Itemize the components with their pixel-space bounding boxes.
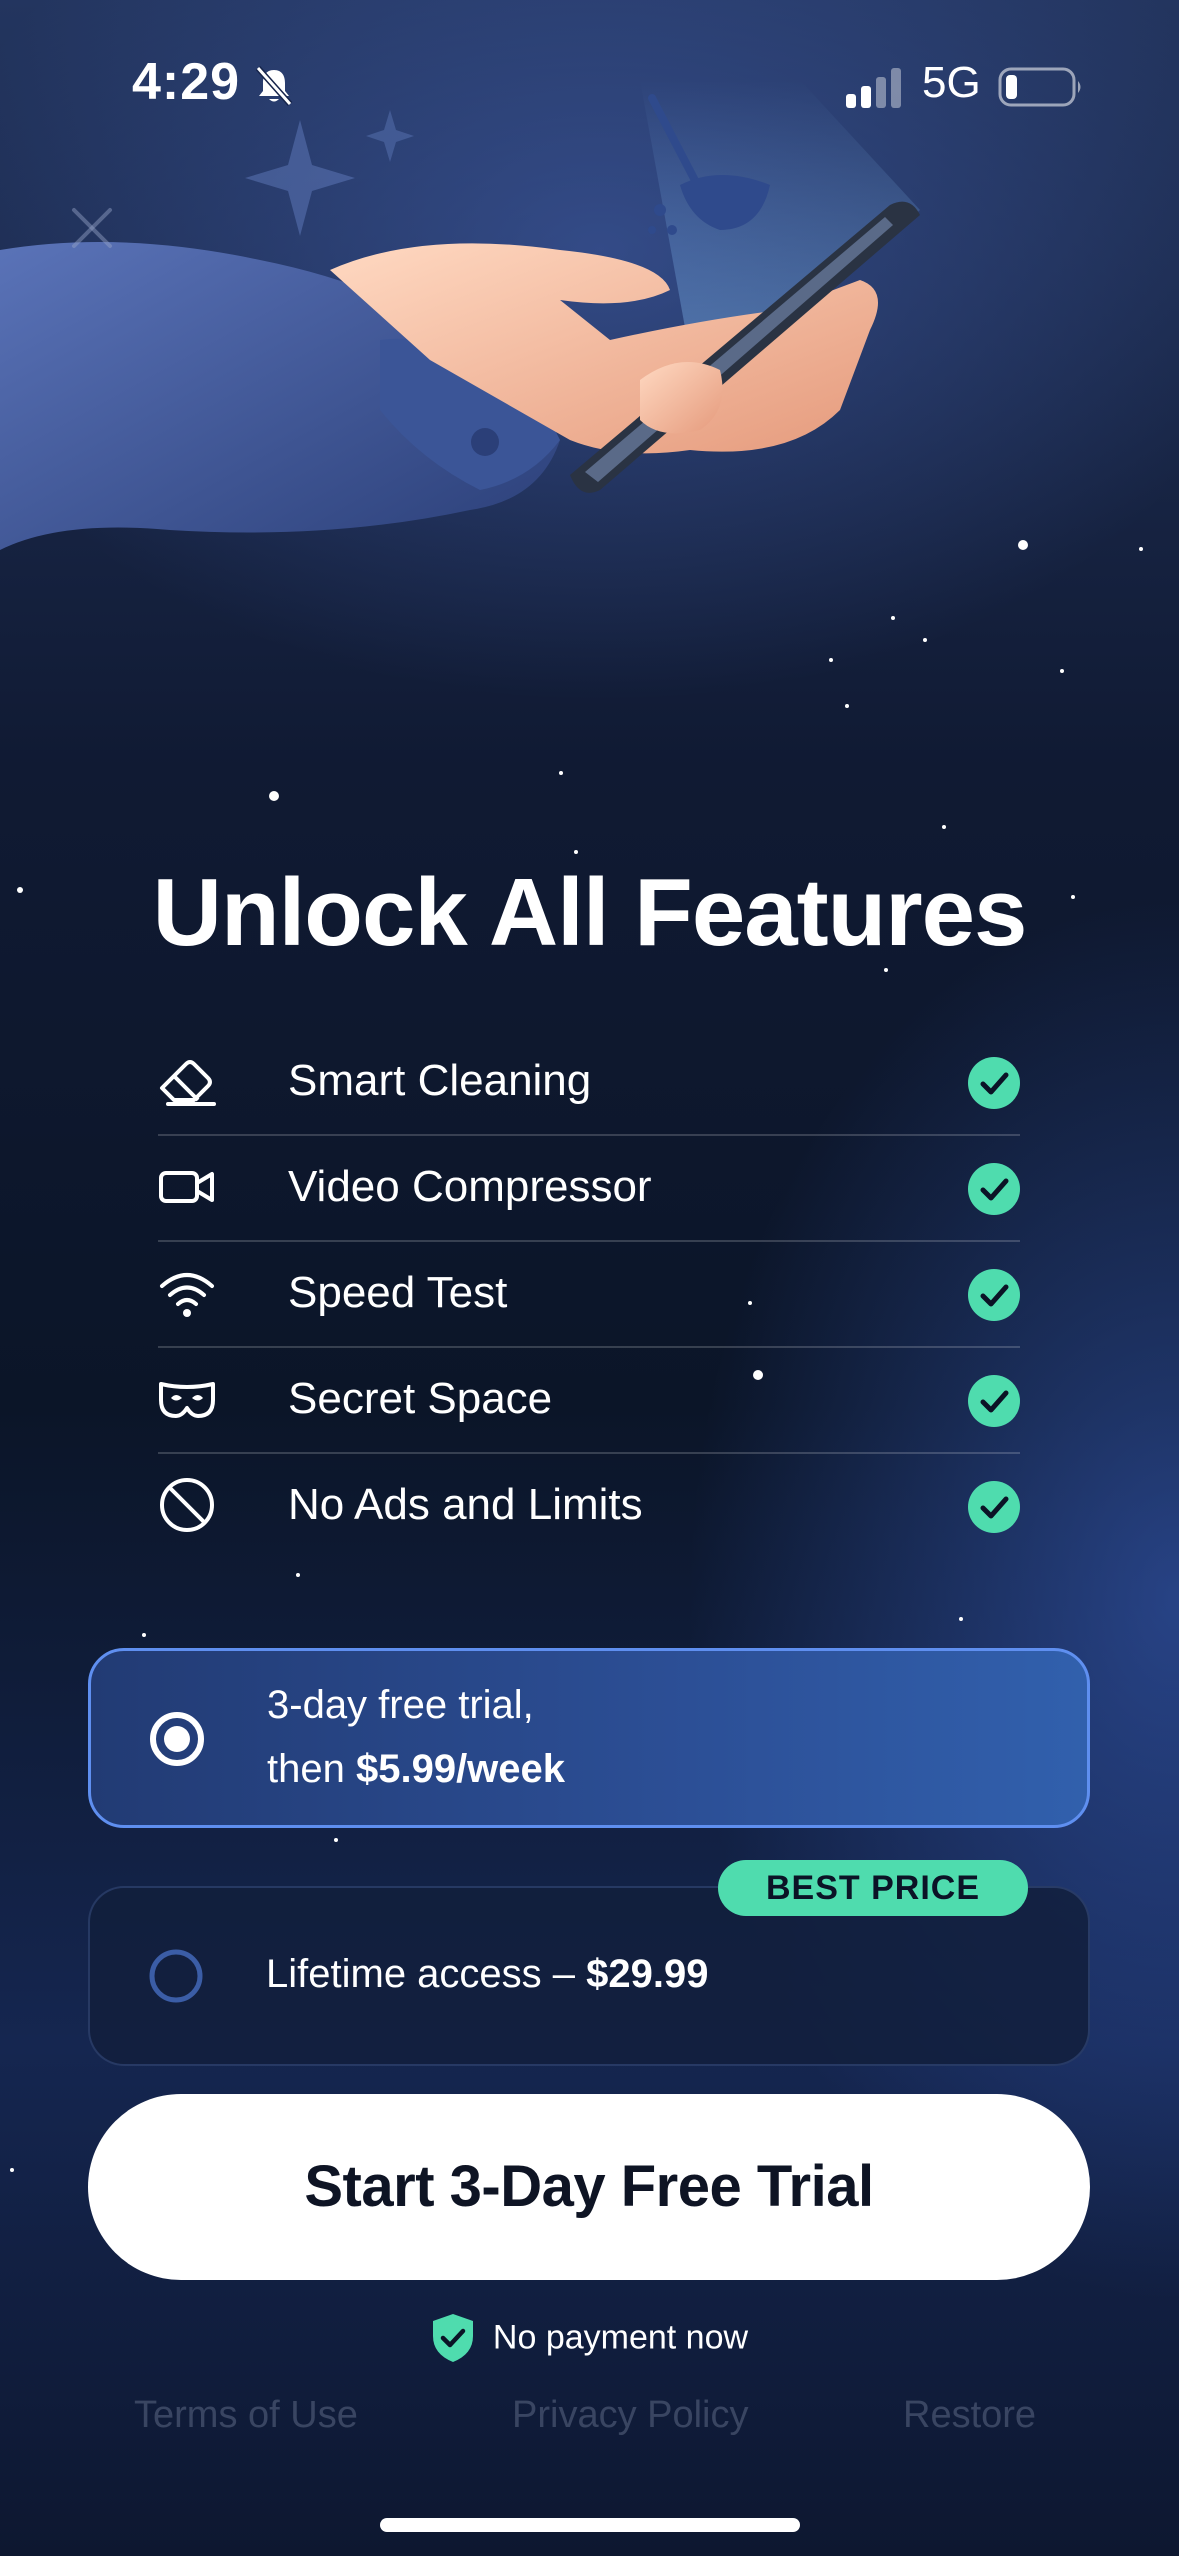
feature-row-smart-cleaning: Smart Cleaning [158, 1030, 1020, 1136]
feature-label: Secret Space [288, 1374, 553, 1423]
check-circle-icon [968, 1269, 1020, 1321]
hero-illustration [0, 80, 920, 550]
feature-row-video-compressor: Video Compressor [158, 1136, 1020, 1242]
feature-label: Video Compressor [288, 1162, 652, 1211]
page-title: Unlock All Features [152, 859, 1028, 966]
no-symbol-icon [160, 1478, 214, 1532]
eraser-icon [160, 1060, 216, 1106]
check-circle-icon [968, 1057, 1020, 1109]
best-price-badge: BEST PRICE [718, 1860, 1028, 1916]
radio-unselected-icon[interactable] [148, 1948, 204, 2004]
plan-lifetime-price: $29.99 [586, 1952, 709, 1996]
feature-label: Speed Test [288, 1268, 508, 1317]
privacy-policy-link[interactable]: Privacy Policy [512, 2394, 749, 2437]
wifi-icon [160, 1273, 214, 1317]
paywall-screen: 4:29 5G Unlock All Features Smart Cleani… [0, 0, 1179, 2556]
check-circle-icon [968, 1375, 1020, 1427]
feature-row-no-ads: No Ads and Limits [158, 1454, 1020, 1558]
home-indicator[interactable] [380, 2518, 800, 2532]
feature-row-secret-space: Secret Space [158, 1348, 1020, 1454]
feature-list: Smart Cleaning Video Compressor Speed Te… [158, 1030, 1020, 1558]
plan-weekly-price: $5.99/week [355, 1747, 566, 1791]
shield-check-icon [432, 2314, 473, 2362]
plan-option-weekly[interactable]: 3-day free trial, then $5.99/week [88, 1648, 1090, 1828]
video-camera-icon [159, 1171, 214, 1203]
plan-weekly-line2: then $5.99/week [267, 1747, 565, 1792]
plan-lifetime-label: Lifetime access – $29.99 [266, 1952, 708, 1997]
check-circle-icon [968, 1481, 1020, 1533]
check-circle-icon [968, 1163, 1020, 1215]
restore-link[interactable]: Restore [903, 2394, 1036, 2437]
no-payment-note: No payment now [0, 2312, 1179, 2364]
close-icon[interactable] [70, 206, 114, 250]
terms-of-use-link[interactable]: Terms of Use [134, 2394, 358, 2437]
plan-weekly-line2-prefix: then [267, 1747, 356, 1791]
feature-label: Smart Cleaning [288, 1056, 592, 1105]
radio-selected-icon[interactable] [149, 1711, 205, 1767]
feature-row-speed-test: Speed Test [158, 1242, 1020, 1348]
feature-label: No Ads and Limits [288, 1480, 643, 1529]
plan-weekly-line1: 3-day free trial, [267, 1683, 534, 1727]
start-trial-button[interactable]: Start 3-Day Free Trial [88, 2094, 1090, 2280]
plan-lifetime-prefix: Lifetime access – [266, 1952, 587, 1996]
no-payment-text: No payment now [492, 2318, 749, 2357]
mask-icon [159, 1382, 215, 1418]
